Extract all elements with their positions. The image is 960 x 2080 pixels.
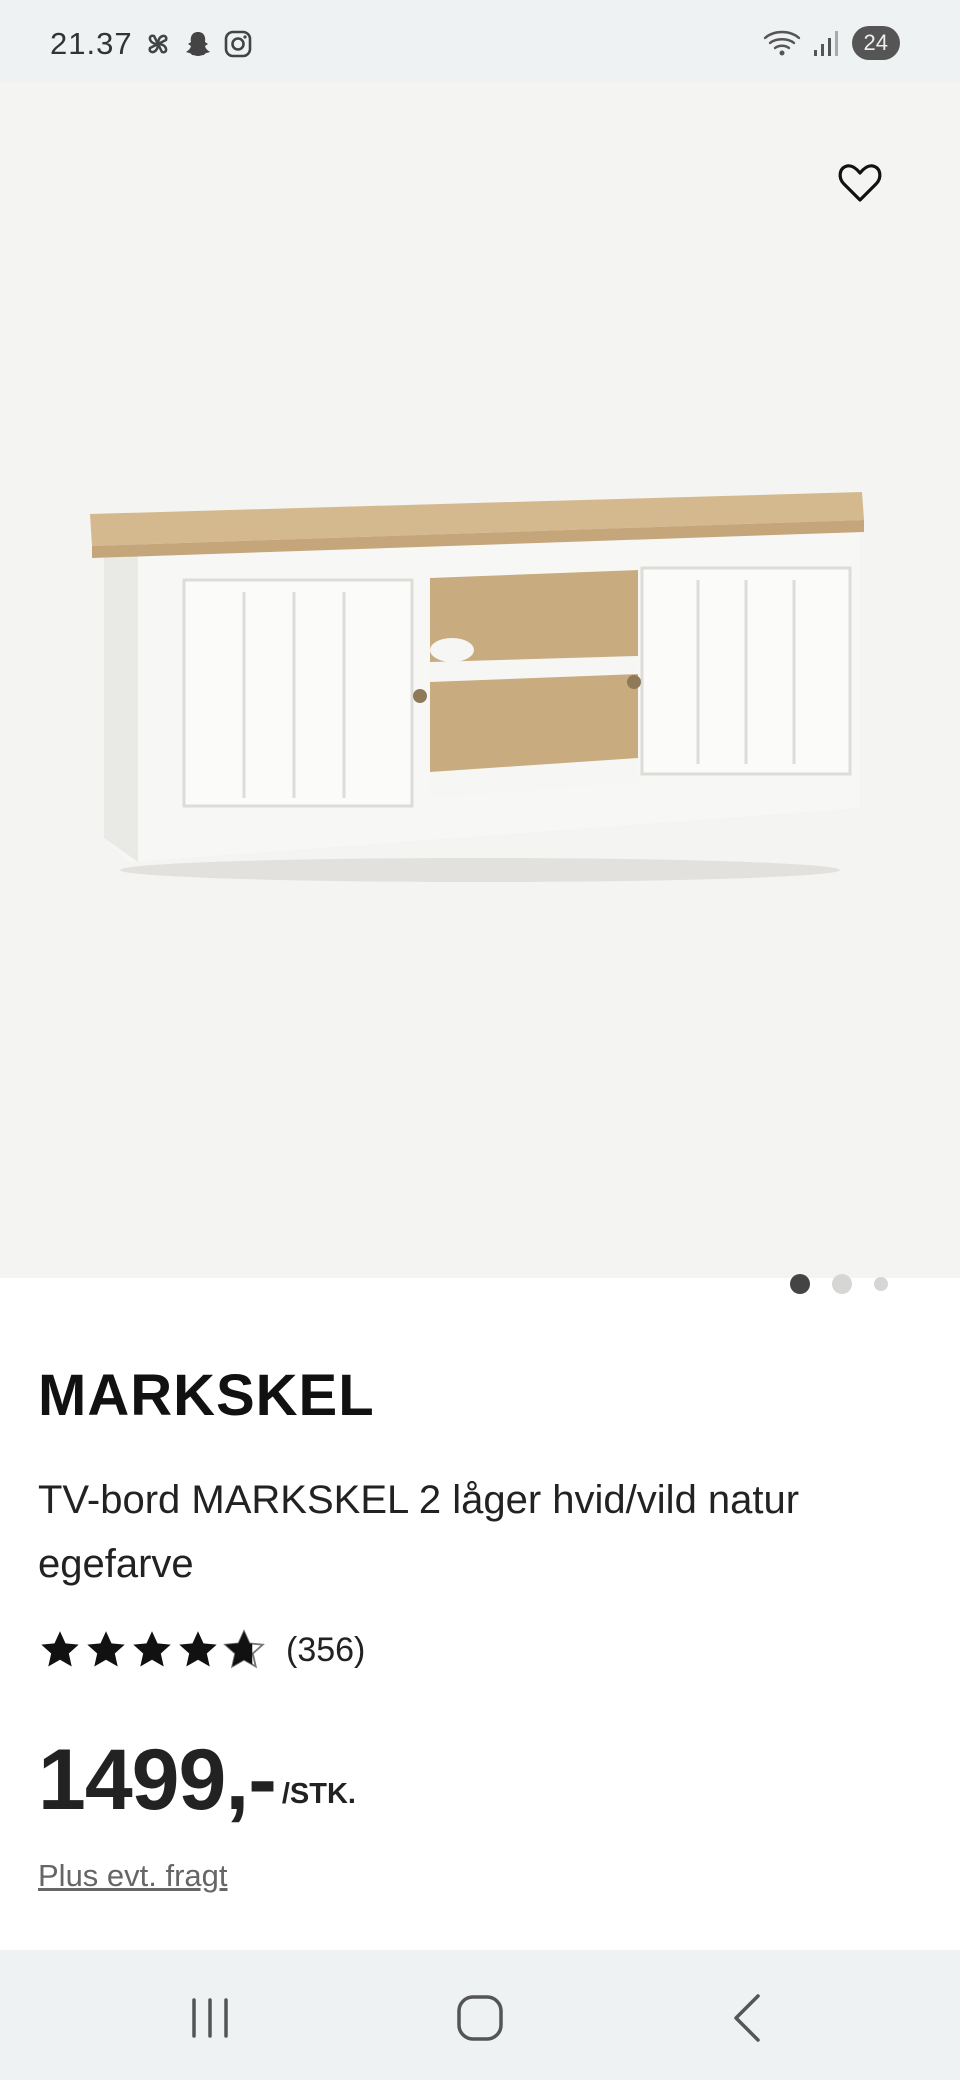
home-icon[interactable] [450, 1988, 510, 2048]
gallery-pagination [790, 1274, 888, 1294]
instagram-icon [224, 30, 252, 58]
gallery-dot[interactable] [832, 1274, 852, 1294]
shipping-link[interactable]: Plus evt. fragt [38, 1858, 228, 1894]
product-image-gallery[interactable] [0, 82, 960, 1294]
star-icon [133, 1631, 171, 1667]
signal-icon [813, 31, 838, 56]
recents-icon[interactable] [180, 1988, 240, 2048]
product-title: TV-bord MARKSKEL 2 låger hvid/vild natur… [38, 1478, 800, 1586]
product-rating[interactable]: (356) [38, 1628, 365, 1672]
snapchat-icon [186, 32, 210, 56]
product-brand: MARKSKEL [38, 1363, 375, 1428]
gallery-dot[interactable] [874, 1277, 888, 1291]
star-icon [41, 1631, 79, 1667]
price-block: 1499,- /STK. [38, 1735, 356, 1825]
status-notification-icons [142, 28, 254, 60]
wifi-icon [763, 30, 800, 56]
product-photo-tv-bench [90, 492, 864, 882]
back-icon[interactable] [718, 1988, 778, 2048]
review-count[interactable]: (356) [286, 1631, 365, 1670]
pinwheel-icon [148, 34, 168, 54]
heart-outline-icon[interactable] [836, 158, 884, 206]
star-partial-icon [223, 1629, 265, 1669]
system-navigation-bar [0, 1950, 960, 2080]
star-icon [179, 1631, 217, 1667]
star-icon [87, 1631, 125, 1667]
status-bar: 21.37 24 [0, 0, 960, 82]
status-time: 21.37 [50, 26, 133, 61]
rating-stars [38, 1628, 266, 1672]
gallery-dot-active[interactable] [790, 1274, 810, 1294]
battery-indicator: 24 [851, 26, 900, 60]
status-system-icons: 24 [762, 26, 900, 60]
price-unit: /STK. [281, 1778, 356, 1810]
product-price: 1499,- [38, 1732, 277, 1828]
